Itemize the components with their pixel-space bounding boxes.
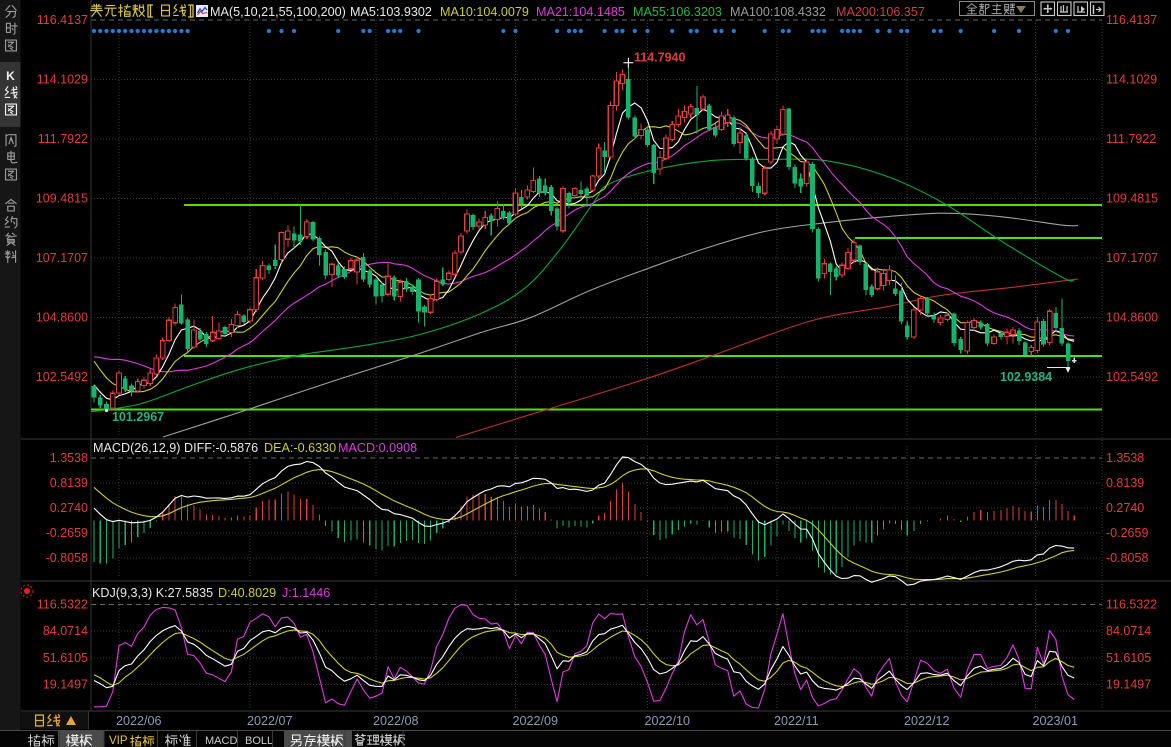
- svg-text:J:1.1446: J:1.1446: [282, 586, 330, 600]
- svg-text:107.1707: 107.1707: [1106, 251, 1158, 265]
- svg-text:107.1707: 107.1707: [36, 251, 88, 265]
- svg-text:102.5492: 102.5492: [1106, 370, 1158, 384]
- svg-text:111.7922: 111.7922: [38, 132, 88, 146]
- svg-text:109.4815: 109.4815: [1106, 192, 1158, 206]
- svg-text:102.5492: 102.5492: [36, 370, 88, 384]
- svg-text:0.8139: 0.8139: [1106, 476, 1144, 490]
- svg-text:51.6105: 51.6105: [1106, 651, 1151, 665]
- svg-text:114.1029: 114.1029: [1106, 73, 1157, 87]
- svg-text:19.1497: 19.1497: [43, 678, 88, 692]
- svg-text:2022/08: 2022/08: [373, 714, 419, 728]
- svg-text:1.3538: 1.3538: [50, 451, 88, 465]
- svg-text:0.8139: 0.8139: [50, 476, 88, 490]
- svg-text:MA(5,10,21,55,100,200): MA(5,10,21,55,100,200): [210, 5, 346, 19]
- svg-text:MA10:104.0079: MA10:104.0079: [440, 5, 529, 19]
- svg-text:2022/12: 2022/12: [904, 714, 950, 728]
- svg-text:111.7922: 111.7922: [1106, 132, 1156, 146]
- svg-text:114.1029: 114.1029: [37, 73, 88, 87]
- svg-text:0.2740: 0.2740: [1106, 501, 1144, 515]
- svg-text:19.1497: 19.1497: [1106, 678, 1151, 692]
- svg-text:2022/09: 2022/09: [513, 714, 559, 728]
- svg-text:KDJ(9,3,3) K:27.5835: KDJ(9,3,3) K:27.5835: [92, 586, 213, 600]
- svg-text:K: K: [6, 69, 15, 83]
- svg-text:109.4815: 109.4815: [36, 192, 88, 206]
- svg-text:D:40.8029: D:40.8029: [218, 586, 276, 600]
- svg-text:2022/06: 2022/06: [116, 714, 162, 728]
- svg-text:MACD: MACD: [205, 735, 237, 747]
- svg-text:MA21:104.1485: MA21:104.1485: [536, 5, 625, 19]
- svg-text:2022/11: 2022/11: [774, 714, 819, 728]
- svg-text:-0.8058: -0.8058: [1106, 551, 1148, 565]
- svg-text:BOLL: BOLL: [245, 735, 273, 747]
- svg-text:2022/07: 2022/07: [247, 714, 293, 728]
- svg-text:116.4137: 116.4137: [1106, 13, 1157, 27]
- svg-text:2023/01: 2023/01: [1033, 714, 1079, 728]
- svg-text:MA100:108.4332: MA100:108.4332: [730, 5, 826, 19]
- svg-text:114.7940: 114.7940: [634, 51, 685, 65]
- svg-text:-0.2659: -0.2659: [1106, 526, 1148, 540]
- svg-text:VIP: VIP: [109, 735, 128, 747]
- svg-text:0.2740: 0.2740: [50, 501, 88, 515]
- svg-text:MA5:103.9302: MA5:103.9302: [350, 5, 432, 19]
- svg-text:MA55:106.3203: MA55:106.3203: [633, 5, 722, 19]
- svg-text:MACD(26,12,9) DIFF:-0.5876: MACD(26,12,9) DIFF:-0.5876: [93, 441, 258, 455]
- svg-text:MA200:106.357: MA200:106.357: [836, 5, 925, 19]
- svg-text:104.8600: 104.8600: [1106, 311, 1158, 325]
- svg-text:2022/10: 2022/10: [645, 714, 691, 728]
- svg-text:-0.2659: -0.2659: [46, 526, 88, 540]
- svg-text:104.8600: 104.8600: [36, 311, 88, 325]
- svg-text:116.4137: 116.4137: [37, 13, 88, 27]
- svg-text:84.0714: 84.0714: [43, 624, 88, 638]
- svg-text:1.3538: 1.3538: [1106, 451, 1144, 465]
- svg-text:101.2967: 101.2967: [112, 410, 164, 424]
- svg-text:116.5322: 116.5322: [1106, 598, 1157, 612]
- svg-text:84.0714: 84.0714: [1106, 624, 1151, 638]
- svg-text:-0.8058: -0.8058: [46, 551, 88, 565]
- svg-text:102.9384: 102.9384: [1000, 370, 1052, 384]
- svg-text:51.6105: 51.6105: [43, 651, 88, 665]
- svg-text:MACD:0.0908: MACD:0.0908: [338, 441, 417, 455]
- svg-text:116.5322: 116.5322: [37, 598, 88, 612]
- svg-text:DEA:-0.6330: DEA:-0.6330: [264, 441, 336, 455]
